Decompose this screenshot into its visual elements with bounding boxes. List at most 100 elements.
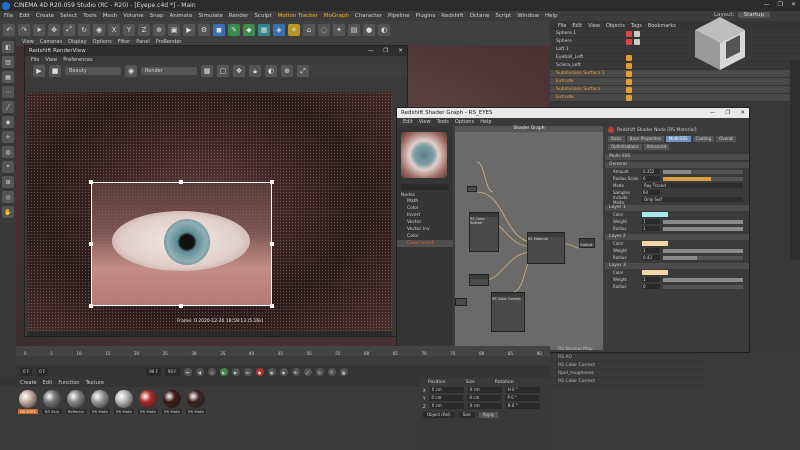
- render-mode-dropdown[interactable]: Render: [141, 67, 197, 75]
- grid-icon[interactable]: ▦: [201, 65, 213, 77]
- layer-radius-slider[interactable]: [663, 226, 743, 231]
- tree-item[interactable]: Vector: [397, 219, 453, 226]
- object-row[interactable]: Sclera_Left: [550, 62, 800, 70]
- material-swatch[interactable]: RS Mate: [186, 390, 206, 414]
- object-row[interactable]: Subdivision Surface: [550, 86, 800, 94]
- menu-item-snap[interactable]: Snap: [150, 13, 164, 19]
- sg-menu-edit[interactable]: Edit: [403, 119, 413, 125]
- rv-close-button[interactable]: ✕: [398, 48, 403, 54]
- select-tool-icon[interactable]: ➤: [33, 23, 45, 36]
- tree-item[interactable]: Color: [397, 205, 453, 212]
- tab-optimizations[interactable]: Optimizations: [608, 144, 642, 150]
- layer-color-swatch[interactable]: [642, 270, 668, 275]
- amount-slider[interactable]: [663, 169, 743, 174]
- layer-radius-field[interactable]: 1: [642, 226, 660, 231]
- material-swatch[interactable]: RS Mate: [162, 390, 182, 414]
- undo-icon[interactable]: ↶: [3, 23, 15, 36]
- menu-item-redshift[interactable]: Redshift: [441, 13, 463, 19]
- rv-menu-view[interactable]: View: [45, 57, 57, 63]
- layer-weight-slider[interactable]: [663, 277, 743, 282]
- solo-icon[interactable]: ◎: [2, 191, 14, 203]
- play-icon[interactable]: ▶: [219, 368, 228, 376]
- region-icon[interactable]: ▢: [217, 65, 229, 77]
- tab-advanced[interactable]: Advanced: [643, 144, 670, 150]
- material-tag-item[interactable]: Rpel_roughness: [552, 370, 702, 378]
- redshift-material-icon[interactable]: ●: [363, 23, 375, 36]
- size-field[interactable]: 0 cm: [467, 403, 502, 409]
- layer-radius-field[interactable]: 0.43: [642, 255, 660, 260]
- menu-item-character[interactable]: Character: [355, 13, 382, 19]
- coordinate-system-icon[interactable]: ⊕: [153, 23, 165, 36]
- menu-item-mesh[interactable]: Mesh: [103, 13, 117, 19]
- menu-item-render[interactable]: Render: [229, 13, 249, 19]
- tab-multi-sss[interactable]: Multi-SSS: [665, 136, 691, 142]
- layer-color-swatch[interactable]: [642, 212, 668, 217]
- rotate-tool-icon[interactable]: ↻: [78, 23, 90, 36]
- object-tag-icon[interactable]: [626, 62, 632, 69]
- region-handle[interactable]: [89, 180, 93, 184]
- color-picker-icon[interactable]: ◐: [265, 65, 277, 77]
- render-image[interactable]: Frame: 0 2020-12-26 18:59:13 (5.16s): [27, 92, 392, 332]
- size-field[interactable]: 0 cm: [467, 387, 502, 393]
- side-tabs[interactable]: [790, 60, 800, 260]
- zoom-icon[interactable]: ⊕: [281, 65, 293, 77]
- region-handle[interactable]: [89, 242, 93, 246]
- obj-menu-edit[interactable]: Edit: [572, 23, 582, 29]
- mat-menu-texture[interactable]: Texture: [86, 380, 104, 386]
- edges-mode-icon[interactable]: ╱: [2, 101, 14, 113]
- menu-item-motion-tracker[interactable]: Motion Tracker: [278, 13, 318, 19]
- material-tag-item[interactable]: RS Normal Map: [552, 346, 702, 354]
- points-mode-icon[interactable]: ⋯: [2, 86, 14, 98]
- mat-menu-function[interactable]: Function: [58, 380, 79, 386]
- sg-menu-options[interactable]: Options: [455, 119, 474, 125]
- menu-item-file[interactable]: File: [4, 13, 13, 19]
- material-tag-item[interactable]: RS Color Correct: [552, 362, 702, 370]
- object-row[interactable]: Extrude: [550, 78, 800, 86]
- cube-primitive-icon[interactable]: ◼: [213, 23, 225, 36]
- menu-item-window[interactable]: Window: [517, 13, 539, 19]
- graph-node-color-correct[interactable]: RS Color Correct: [491, 292, 525, 332]
- render-view-icon[interactable]: ▣: [168, 23, 180, 36]
- maximize-button[interactable]: ❐: [778, 1, 783, 8]
- position-field[interactable]: 0 cm: [429, 387, 464, 393]
- material-swatch[interactable]: RS Skin: [42, 390, 62, 414]
- redshift-light-icon[interactable]: ✦: [333, 23, 345, 36]
- rv-menu-preferences[interactable]: Preferences: [63, 57, 92, 63]
- menu-item-script[interactable]: Script: [495, 13, 511, 19]
- position-key-icon[interactable]: ✥: [291, 368, 300, 376]
- model-mode-icon[interactable]: ◧: [2, 41, 14, 53]
- play-reverse-icon[interactable]: ◁: [207, 368, 216, 376]
- tweak-mode-icon[interactable]: ◍: [2, 146, 14, 158]
- region-handle[interactable]: [179, 304, 183, 308]
- redshift-camera-icon[interactable]: ▤: [348, 23, 360, 36]
- z-axis-icon[interactable]: Z: [138, 23, 150, 36]
- pen-spline-icon[interactable]: ✎: [228, 23, 240, 36]
- minimize-button[interactable]: —: [764, 1, 770, 8]
- layer-weight-field[interactable]: 1: [642, 248, 660, 253]
- shader-graph-titlebar[interactable]: Redshift Shader Graph - RS_EYES — ❐ ✕: [397, 108, 749, 118]
- render-view-titlebar[interactable]: Redshift RenderView — ❐ ✕: [25, 46, 407, 56]
- material-swatch[interactable]: RS Mate: [114, 390, 134, 414]
- obj-menu-view[interactable]: View: [588, 23, 600, 29]
- object-tag-icon[interactable]: [626, 86, 632, 93]
- layer-color-swatch[interactable]: [642, 241, 668, 246]
- sg-close-button[interactable]: ✕: [740, 110, 745, 116]
- size-mode-dropdown[interactable]: Size: [458, 412, 475, 418]
- tab-coating[interactable]: Coating: [692, 136, 715, 142]
- graph-node-color-splitter[interactable]: RS Color Splitter: [469, 212, 499, 252]
- position-field[interactable]: 0 cm: [429, 395, 464, 401]
- sg-maximize-button[interactable]: ❐: [725, 110, 730, 116]
- graph-node[interactable]: [467, 186, 477, 192]
- go-to-start-icon[interactable]: ⏮: [183, 368, 192, 376]
- material-swatch[interactable]: RS EYES: [18, 390, 38, 414]
- object-tag-icon[interactable]: [626, 30, 632, 37]
- graph-node[interactable]: [469, 274, 489, 286]
- object-row[interactable]: Sphere.1: [550, 30, 800, 38]
- amount-field[interactable]: 0.352: [642, 169, 660, 174]
- rv-minimize-button[interactable]: —: [368, 48, 374, 54]
- object-tag-icon[interactable]: [634, 38, 640, 45]
- obj-menu-bookmarks[interactable]: Bookmarks: [648, 23, 676, 29]
- object-row[interactable]: Sphere: [550, 38, 800, 46]
- recent-tool-icon[interactable]: ◉: [93, 23, 105, 36]
- material-swatch[interactable]: RS Mate: [90, 390, 110, 414]
